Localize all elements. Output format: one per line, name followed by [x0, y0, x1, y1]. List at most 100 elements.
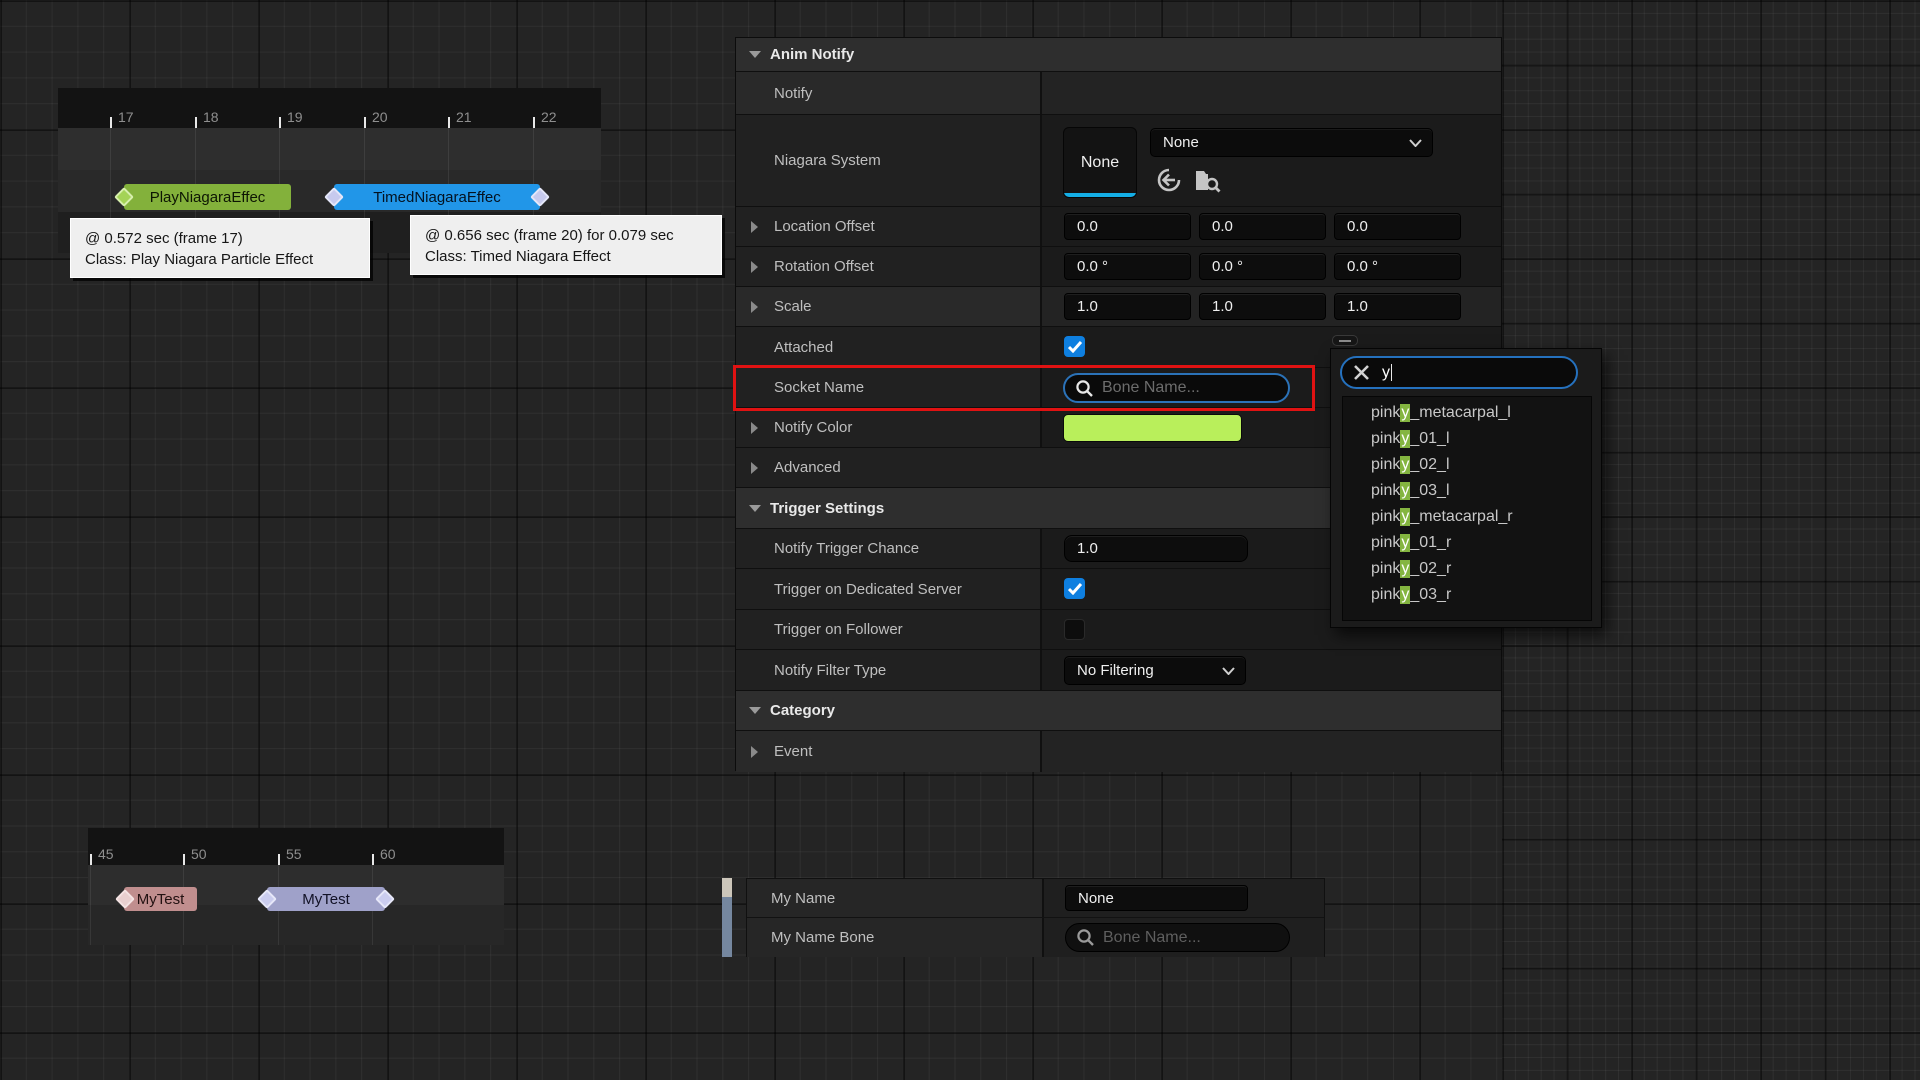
expand-arrow-icon[interactable]	[751, 462, 758, 474]
property-label: Notify Trigger Chance	[774, 540, 919, 557]
ruler-label: 22	[541, 109, 557, 125]
dropdown-grip	[1332, 335, 1358, 346]
notify-properties-panel: My Name None My Name Bone Bone Name...	[746, 878, 1325, 957]
ruler-label: 21	[456, 109, 472, 125]
property-label: Event	[774, 743, 812, 760]
collapse-arrow-icon[interactable]	[749, 707, 761, 714]
expand-arrow-icon[interactable]	[751, 261, 758, 273]
ruler-label: 55	[286, 846, 302, 862]
tooltip-time: @ 0.572 sec (frame 17)	[85, 228, 355, 249]
expand-arrow-icon[interactable]	[751, 221, 758, 233]
notify-value	[1042, 72, 1501, 114]
section-anim-notify[interactable]: Anim Notify	[736, 38, 1501, 72]
trigger-chance-field[interactable]: 1.0	[1064, 535, 1248, 562]
section-category[interactable]: Category	[736, 691, 1501, 731]
timeline-ruler[interactable]: 17 18 19 20 21 22	[58, 88, 601, 128]
notify-label: MyTest	[137, 891, 185, 908]
row-scale: Scale 1.0 1.0 1.0	[736, 287, 1501, 327]
property-label: Scale	[774, 298, 812, 315]
check-icon	[1068, 341, 1082, 353]
use-selected-asset-button[interactable]	[1156, 167, 1182, 193]
property-label: Socket Name	[774, 379, 864, 396]
bone-list-item[interactable]: pinky_metacarpal_l	[1343, 400, 1591, 426]
timeline-ruler[interactable]: 45 50 55 60	[88, 828, 504, 865]
event-value	[1042, 731, 1501, 772]
expand-arrow-icon[interactable]	[751, 422, 758, 434]
bone-list-item[interactable]: pinky_03_l	[1343, 478, 1591, 504]
location-z-field[interactable]: 0.0	[1334, 213, 1461, 240]
tooltip-time: @ 0.656 sec (frame 20) for 0.079 sec	[425, 225, 707, 246]
tooltip-class: Class: Play Niagara Particle Effect	[85, 249, 355, 270]
row-niagara-system: Niagara System None None	[736, 115, 1501, 207]
my-name-field[interactable]: None	[1065, 885, 1248, 911]
combo-value: None	[1163, 134, 1199, 151]
track-color-strip	[722, 878, 732, 897]
search-match-highlight: y	[1400, 482, 1410, 500]
expand-arrow-icon[interactable]	[751, 746, 758, 758]
socket-name-search-input[interactable]: Bone Name...	[1063, 373, 1290, 403]
notify-mytest-a[interactable]: MyTest	[124, 887, 197, 911]
filter-type-combobox[interactable]: No Filtering	[1064, 656, 1246, 685]
ruler-tick	[364, 117, 366, 128]
ruler-tick	[90, 854, 92, 865]
follower-checkbox[interactable]	[1064, 619, 1085, 640]
row-my-name-bone: My Name Bone Bone Name...	[747, 918, 1324, 957]
ruler-label: 50	[191, 846, 207, 862]
dedicated-server-checkbox[interactable]	[1064, 578, 1085, 599]
ruler-label: 60	[380, 846, 396, 862]
bone-list-item[interactable]: pinky_01_l	[1343, 426, 1591, 452]
attached-checkbox[interactable]	[1064, 336, 1085, 357]
rotation-roll-field[interactable]: 0.0 °	[1064, 253, 1191, 280]
collapse-arrow-icon[interactable]	[749, 505, 761, 512]
search-match-highlight: y	[1400, 404, 1410, 422]
my-name-bone-search-input[interactable]: Bone Name...	[1065, 923, 1290, 952]
bone-list-item[interactable]: pinky_02_l	[1343, 452, 1591, 478]
asset-thumbnail[interactable]: None	[1063, 127, 1137, 198]
bone-search-input[interactable]: y	[1340, 356, 1578, 389]
arrow-circle-icon	[1156, 167, 1182, 193]
rotation-yaw-field[interactable]: 0.0 °	[1334, 253, 1461, 280]
track-color-strip	[722, 897, 732, 957]
scale-z-field[interactable]: 1.0	[1334, 293, 1461, 320]
browse-to-asset-button[interactable]	[1194, 167, 1222, 193]
ruler-tick	[110, 117, 112, 128]
search-icon	[1075, 379, 1094, 398]
ruler-label: 19	[287, 109, 303, 125]
bone-list-item[interactable]: pinky_03_r	[1343, 582, 1591, 608]
expand-arrow-icon[interactable]	[751, 301, 758, 313]
clear-search-icon[interactable]	[1353, 364, 1370, 381]
ruler-label: 45	[98, 846, 114, 862]
asset-type-color-bar	[1064, 193, 1136, 197]
location-x-field[interactable]: 0.0	[1064, 213, 1191, 240]
property-label: Location Offset	[774, 218, 875, 235]
notify-track[interactable]	[88, 905, 504, 945]
ruler-tick	[278, 854, 280, 865]
notify-tooltip-play: @ 0.572 sec (frame 17) Class: Play Niaga…	[70, 218, 370, 278]
property-label: My Name Bone	[771, 929, 874, 946]
grid-line	[90, 865, 91, 945]
bone-list-item[interactable]: pinky_metacarpal_r	[1343, 504, 1591, 530]
notify-timed-niagara[interactable]: TimedNiagaraEffec	[334, 184, 540, 210]
ruler-tick	[279, 117, 281, 128]
property-label: Attached	[774, 339, 833, 356]
rotation-pitch-field[interactable]: 0.0 °	[1199, 253, 1326, 280]
ruler-tick	[448, 117, 450, 128]
notify-label: MyTest	[302, 891, 350, 908]
bone-picker-menu: y pinky_metacarpal_lpinky_01_lpinky_02_l…	[1330, 348, 1602, 628]
bone-list-item[interactable]: pinky_01_r	[1343, 530, 1591, 556]
scale-x-field[interactable]: 1.0	[1064, 293, 1191, 320]
notify-play-niagara[interactable]: PlayNiagaraEffec	[124, 184, 291, 210]
scale-y-field[interactable]: 1.0	[1199, 293, 1326, 320]
collapse-arrow-icon[interactable]	[749, 51, 761, 58]
notify-tooltip-timed: @ 0.656 sec (frame 20) for 0.079 sec Cla…	[410, 215, 722, 275]
notify-mytest-b[interactable]: MyTest	[267, 887, 385, 911]
section-title: Trigger Settings	[770, 500, 884, 517]
niagara-system-combobox[interactable]: None	[1150, 128, 1433, 157]
row-notify: Notify	[736, 72, 1501, 115]
property-label: Niagara System	[774, 152, 881, 169]
location-y-field[interactable]: 0.0	[1199, 213, 1326, 240]
bone-list-item[interactable]: pinky_02_r	[1343, 556, 1591, 582]
asset-thumbnail-label: None	[1081, 154, 1119, 172]
notify-color-swatch[interactable]	[1063, 414, 1242, 442]
anim-editor-screen: 17 18 19 20 21 22 PlayNiagaraEffec Timed…	[0, 0, 1920, 1080]
